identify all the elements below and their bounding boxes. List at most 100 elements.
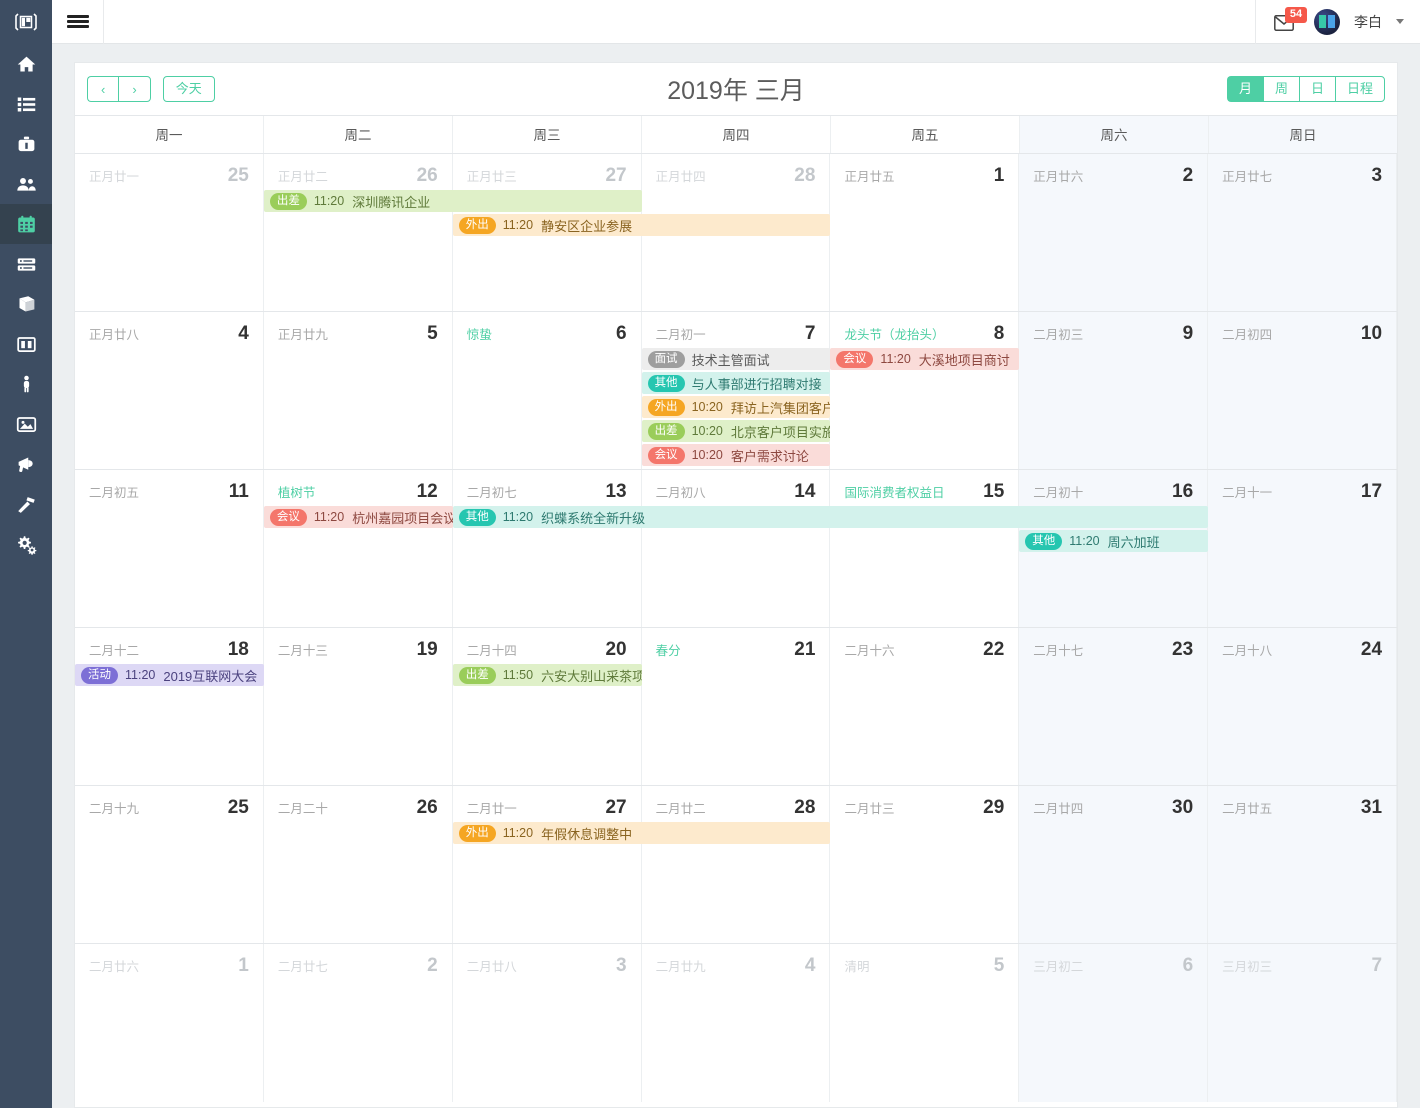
- event-time: 11:50: [502, 668, 534, 682]
- day-number: 23: [1172, 639, 1194, 660]
- calendar-icon: [17, 215, 35, 232]
- calendar-event[interactable]: 会议 11:20 杭州嘉园项目会议: [263, 506, 453, 528]
- day-header: 二月十六 22: [830, 628, 1018, 664]
- lunar-label: 二月十九: [89, 802, 140, 816]
- lunar-label: 正月廿二: [277, 170, 328, 184]
- sidebar-item-server[interactable]: [0, 244, 52, 284]
- messages-button[interactable]: 54: [1274, 6, 1307, 35]
- calendar-event[interactable]: 会议 10:20 客户需求讨论: [641, 444, 831, 466]
- day-number: 6: [1182, 955, 1194, 976]
- day-header: 正月廿六 2: [1019, 154, 1207, 190]
- sidebar-item-home[interactable]: [0, 44, 52, 84]
- event-type-badge: 外出: [458, 824, 496, 842]
- calendar-event[interactable]: 其他 11:20 织蝶系统全新升级: [452, 506, 1209, 528]
- day-header: 二月廿二 28: [642, 786, 830, 822]
- view-button-3[interactable]: 日程: [1334, 76, 1385, 102]
- topbar-right: 54 李白: [1255, 0, 1420, 44]
- day-number: 2: [1182, 165, 1194, 186]
- lunar-label: 正月廿八: [89, 328, 140, 342]
- weekday-header-1: 周二: [264, 116, 453, 153]
- day-header: 二月廿四 30: [1019, 786, 1207, 822]
- lunar-label: 二月廿三: [844, 802, 895, 816]
- sidebar-item-image[interactable]: [0, 404, 52, 444]
- sidebar-item-users[interactable]: [0, 164, 52, 204]
- lunar-label: 二月十六: [844, 644, 895, 658]
- day-number: 30: [1172, 797, 1194, 818]
- sidebar-item-calendar[interactable]: [0, 204, 52, 244]
- app-logo[interactable]: [0, 0, 52, 44]
- day-number: 17: [1360, 481, 1383, 502]
- lunar-label: 二月廿一: [466, 802, 517, 816]
- chevron-down-icon[interactable]: [1396, 19, 1404, 24]
- event-title: 拜访上汽集团客户: [730, 400, 831, 416]
- today-button[interactable]: 今天: [162, 76, 215, 102]
- event-type-badge: 会议: [836, 350, 874, 368]
- sidebar-item-book[interactable]: [0, 284, 52, 324]
- calendar-week-row: 二月十九 25 二月二十 26 二月廿一 27 二月廿二 28 二月廿三 29 二月廿四 30 二月廿五…: [75, 786, 1398, 944]
- sidebar-item-person[interactable]: [0, 364, 52, 404]
- prev-month-button[interactable]: ‹: [87, 76, 119, 102]
- menu-toggle-button[interactable]: [52, 0, 104, 44]
- day-header: 二月廿五 31: [1208, 786, 1396, 822]
- event-type-badge: 面试: [647, 350, 685, 368]
- lunar-label: 正月廿七: [1222, 170, 1273, 184]
- event-title: 与人事部进行招聘对接: [691, 376, 822, 392]
- day-header: 正月廿三 27: [453, 154, 641, 190]
- calendar-event[interactable]: 出差 11:20 深圳腾讯企业: [263, 190, 642, 212]
- day-number: 28: [794, 165, 816, 186]
- server-icon: [17, 257, 35, 271]
- sidebar-item-list[interactable]: [0, 84, 52, 124]
- book-icon: [19, 295, 34, 311]
- lunar-label: 正月廿六: [1033, 170, 1084, 184]
- calendar-event[interactable]: 出差 11:50 六安大别山采茶项目: [452, 664, 642, 686]
- sidebar-item-gears[interactable]: [0, 524, 52, 564]
- lunar-label: 二月初四: [1222, 328, 1273, 342]
- day-number: 4: [804, 955, 816, 976]
- day-number: 26: [416, 797, 438, 818]
- sidebar-item-briefcase[interactable]: [0, 124, 52, 164]
- day-header: 二月初一 7: [642, 312, 830, 348]
- calendar-event[interactable]: 出差 10:20 北京客户项目实施: [641, 420, 831, 442]
- calendar-event[interactable]: 活动 11:20 2019互联网大会: [75, 664, 264, 686]
- sidebar-item-columns[interactable]: [0, 324, 52, 364]
- day-number: 7: [804, 323, 816, 344]
- event-title: 织蝶系统全新升级: [541, 510, 646, 526]
- day-number: 12: [416, 481, 438, 502]
- calendar-event[interactable]: 外出 11:20 年假休息调整中: [452, 822, 831, 844]
- calendar-event[interactable]: 其他 与人事部进行招聘对接: [641, 372, 831, 394]
- lunar-label: 二月初八: [655, 486, 706, 500]
- sidebar-item-hammer[interactable]: [0, 484, 52, 524]
- home-icon: [17, 56, 35, 71]
- calendar-event[interactable]: 外出 11:20 静安区企业参展: [452, 214, 831, 236]
- day-number: 3: [1371, 165, 1383, 186]
- day-header: 二月初五 11: [75, 470, 263, 506]
- calendar-event[interactable]: 会议 11:20 大溪地项目商讨: [830, 348, 1020, 370]
- nav-button-group: ‹ ›: [87, 76, 151, 102]
- day-number: 1: [993, 165, 1005, 186]
- event-time: 11:20: [502, 510, 534, 524]
- lunar-label: 正月廿三: [466, 170, 517, 184]
- user-name[interactable]: 李白: [1354, 12, 1382, 32]
- briefcase-icon: [18, 136, 34, 151]
- calendar-grid: 周一 周二 周三 周四 周五 周六 周日 正月廿一 25 正月廿二 26 正月廿三 27 正月廿四 28 正…: [75, 115, 1398, 1102]
- event-title: 年假休息调整中: [541, 826, 633, 842]
- view-button-2[interactable]: 日: [1298, 76, 1335, 102]
- sidebar-item-megaphone[interactable]: [0, 444, 52, 484]
- calendar-event[interactable]: 外出 10:20 拜访上汽集团客户: [641, 396, 831, 418]
- event-title: 大溪地项目商讨: [918, 352, 1010, 368]
- day-number: 25: [227, 165, 249, 186]
- avatar[interactable]: [1314, 8, 1340, 35]
- view-button-0[interactable]: 月: [1226, 76, 1263, 102]
- lunar-label: 二月十四: [466, 644, 517, 658]
- lunar-label: 二月廿八: [466, 960, 517, 974]
- view-button-1[interactable]: 周: [1262, 76, 1299, 102]
- calendar-panel: ‹ › 今天 2019年 三月 月周日日程 周一 周二 周三 周四 周五 周六 周日 正月廿…: [74, 62, 1398, 1108]
- day-number: 25: [227, 797, 249, 818]
- next-month-button[interactable]: ›: [118, 76, 151, 102]
- event-time: 11:20: [313, 510, 345, 524]
- events-layer: 外出 11:20 年假休息调整中: [75, 822, 1397, 943]
- event-title: 杭州嘉园项目会议: [352, 510, 453, 526]
- calendar-event[interactable]: 其他 11:20 周六加班: [1019, 530, 1209, 552]
- calendar-event[interactable]: 面试 技术主管面试: [641, 348, 831, 370]
- columns-icon: [16, 336, 36, 352]
